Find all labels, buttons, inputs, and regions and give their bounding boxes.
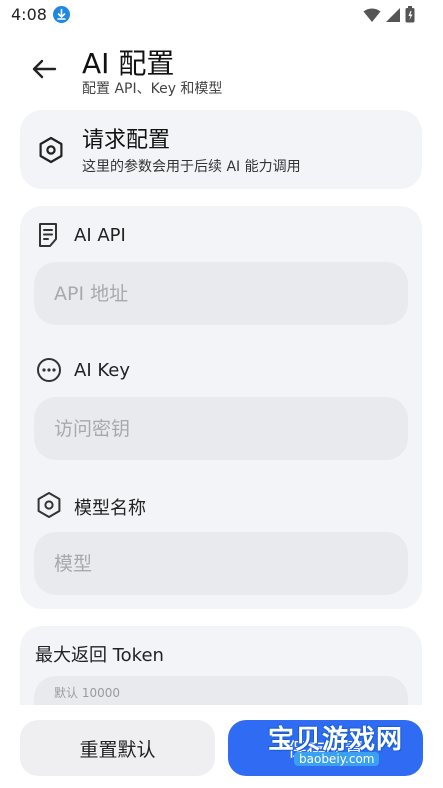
bottom-action-bar: 重置默认 保存配置 — [0, 705, 443, 788]
back-button[interactable] — [22, 52, 66, 86]
model-name-input[interactable] — [34, 532, 408, 595]
status-bar: 4:08 — [0, 0, 443, 32]
model-label: 模型名称 — [74, 498, 146, 519]
status-time: 4:08 — [11, 5, 47, 24]
wifi-icon — [363, 7, 381, 27]
more-circle-icon — [36, 357, 62, 387]
api-label: AI API — [74, 225, 126, 246]
save-config-button[interactable]: 保存配置 — [228, 720, 423, 776]
download-icon — [53, 6, 70, 23]
model-hex-icon — [36, 491, 62, 523]
token-label: 最大返回 Token — [35, 645, 164, 666]
api-key-input[interactable] — [34, 397, 408, 460]
battery-icon — [405, 6, 415, 27]
form-card: AI API AI Key 模型名称 — [20, 206, 422, 609]
app-header: AI 配置 配置 API、Key 和模型 — [0, 32, 443, 102]
page-subtitle: 配置 API、Key 和模型 — [82, 81, 223, 97]
card-title: 请求配置 — [82, 128, 171, 153]
reset-default-button[interactable]: 重置默认 — [20, 720, 215, 776]
key-label: AI Key — [74, 360, 130, 381]
status-indicators — [363, 6, 415, 27]
arrow-left-icon — [32, 59, 57, 79]
card-description: 这里的参数会用于后续 AI 能力调用 — [82, 159, 301, 175]
signal-icon — [385, 7, 401, 27]
document-icon — [36, 222, 60, 252]
api-url-input[interactable] — [34, 262, 408, 325]
settings-hex-icon — [38, 136, 64, 168]
request-config-card: 请求配置 这里的参数会用于后续 AI 能力调用 — [20, 110, 422, 189]
page-title: AI 配置 — [82, 47, 175, 80]
